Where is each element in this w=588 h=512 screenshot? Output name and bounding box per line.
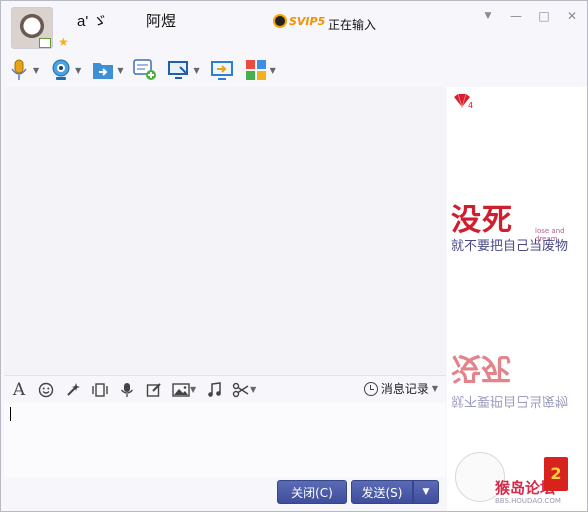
screen-share-button[interactable]: [210, 55, 234, 85]
typing-status: 正在输入: [328, 18, 377, 32]
message-history-area[interactable]: [4, 87, 446, 374]
folder-transfer-icon: [91, 58, 115, 82]
microphone-icon: [7, 58, 31, 82]
music-icon[interactable]: [202, 379, 226, 401]
screen-share-icon: [210, 58, 234, 82]
emoji-icon[interactable]: [34, 379, 58, 401]
webcam-icon: [49, 58, 73, 82]
voice-message-icon[interactable]: [115, 379, 139, 401]
send-options-dropdown[interactable]: ▼: [413, 480, 439, 504]
maximize-icon[interactable]: □: [537, 9, 551, 23]
history-label: 消息记录: [380, 382, 429, 396]
app-grid-icon: [244, 58, 268, 82]
message-input[interactable]: [4, 403, 446, 477]
forum-url: BBS.HOUDAO.COM: [495, 497, 561, 505]
minimize-icon[interactable]: —: [509, 9, 523, 23]
message-history-button[interactable]: 消息记录 ▼: [363, 380, 438, 397]
chevron-down-icon[interactable]: ▼: [190, 385, 196, 394]
remote-screen-icon: [167, 58, 191, 82]
chat-add-icon: [133, 58, 157, 82]
chevron-down-icon[interactable]: ▼: [250, 385, 256, 394]
contact-nickname[interactable]: a' ゞ: [77, 10, 107, 31]
edit-badge-icon: [39, 38, 51, 48]
send-file-button[interactable]: ▼: [91, 55, 123, 85]
penguin-icon: [273, 14, 287, 28]
shake-window-icon[interactable]: [88, 379, 112, 401]
clock-icon: [363, 381, 378, 396]
ad-panel[interactable]: 4 没死 lose and dream 就不要把自己当废物 就不要把自己当废物 …: [447, 87, 587, 511]
video-call-button[interactable]: ▼: [49, 55, 81, 85]
menu-dropdown-icon[interactable]: ▼: [481, 9, 495, 23]
star-icon[interactable]: ★: [58, 36, 70, 48]
input-toolbar: A ▼ ▼ 消息记录 ▼: [4, 375, 446, 403]
main-toolbar: ▼ ▼ ▼ ▼ ▼: [7, 55, 286, 85]
voice-call-button[interactable]: ▼: [7, 55, 39, 85]
red-packet-icon[interactable]: 2: [544, 457, 568, 491]
font-icon[interactable]: A: [7, 379, 31, 401]
chevron-down-icon[interactable]: ▼: [270, 66, 276, 75]
create-discussion-button[interactable]: [133, 55, 157, 85]
chevron-down-icon[interactable]: ▼: [33, 66, 39, 75]
ruby-icon: 4: [453, 93, 473, 110]
chat-window: ★ a' ゞ 阿煜 SVIP5 正在输入 ▼ — □ ✕ ▼ ▼ ▼ ▼ ▼ 4…: [0, 0, 588, 512]
chevron-down-icon[interactable]: ▼: [117, 66, 123, 75]
remote-desktop-button[interactable]: ▼: [167, 55, 200, 85]
chevron-down-icon[interactable]: ▼: [432, 384, 438, 393]
svip-badge[interactable]: SVIP5: [273, 13, 325, 29]
chevron-down-icon[interactable]: ▼: [193, 66, 199, 75]
ruby-level: 4: [468, 101, 473, 109]
ad-headline: 没死: [451, 203, 513, 238]
magic-wand-icon[interactable]: [61, 379, 85, 401]
contact-remark[interactable]: 阿煜: [146, 10, 176, 31]
send-button[interactable]: 发送(S): [351, 480, 413, 504]
edit-note-icon[interactable]: [142, 379, 166, 401]
ad-reflection-headline: 没死: [451, 350, 511, 385]
close-icon[interactable]: ✕: [565, 9, 579, 23]
apps-button[interactable]: ▼: [244, 55, 276, 85]
chat-header: ★ a' ゞ 阿煜 SVIP5 正在输入 ▼ — □ ✕: [1, 1, 587, 55]
window-controls: ▼ — □ ✕: [481, 9, 579, 23]
text-cursor: [10, 407, 11, 421]
ad-reflection-line: 就不要把自己当废物: [451, 393, 569, 408]
ad-slogan: 就不要把自己当废物: [451, 239, 569, 254]
close-button[interactable]: 关闭(C): [277, 480, 347, 504]
ad-reflection: 就不要把自己当废物 没死: [451, 349, 568, 412]
chevron-down-icon[interactable]: ▼: [75, 66, 81, 75]
svip-label: SVIP5: [289, 14, 326, 28]
